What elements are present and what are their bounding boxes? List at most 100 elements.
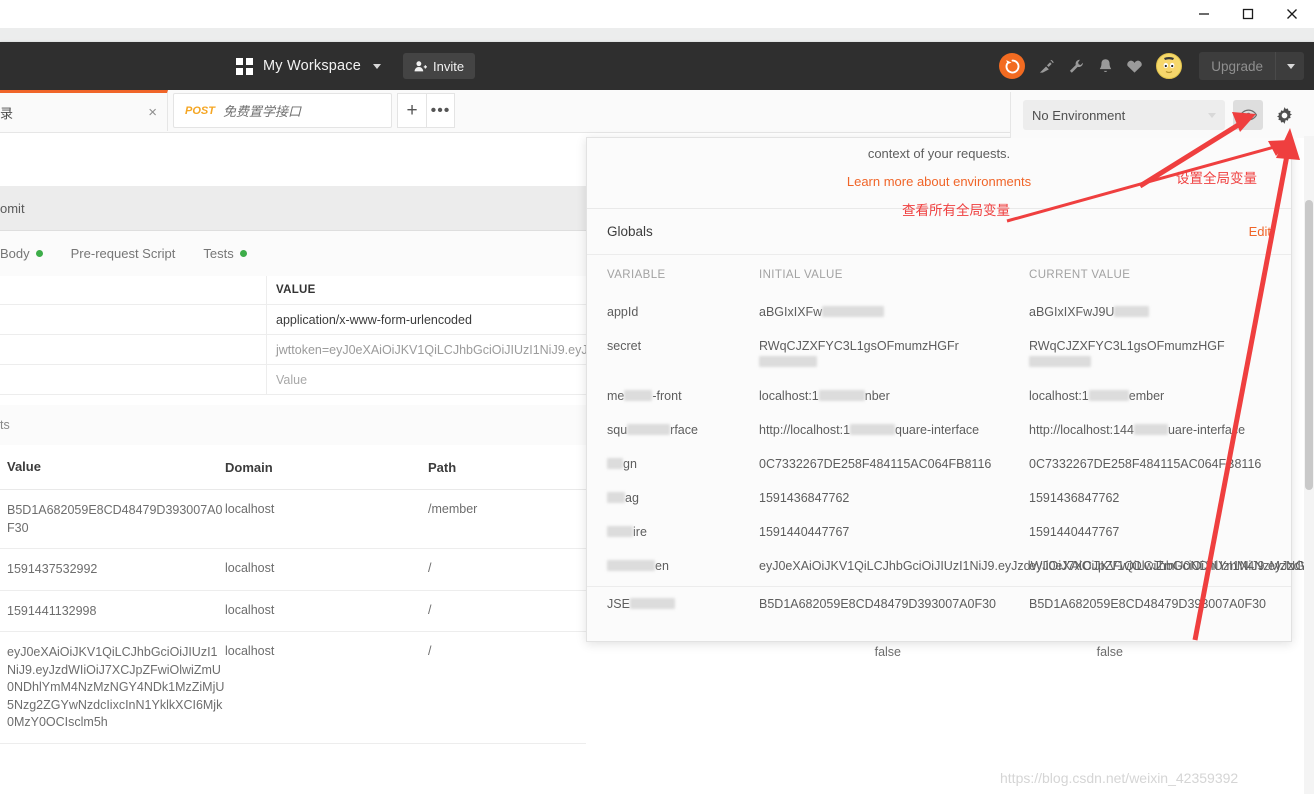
close-icon[interactable]: × xyxy=(138,104,167,121)
edit-globals-link[interactable]: Edit xyxy=(1249,224,1271,239)
table-row[interactable]: eneyJ0eXAiOiJKV1QiLCJhbGciOiJIUzI1NiJ9.e… xyxy=(587,549,1291,583)
table-row[interactable]: ire15914404477671591440447767 xyxy=(587,515,1291,549)
window-maximize-button[interactable] xyxy=(1226,0,1270,28)
redaction-mask xyxy=(627,424,670,435)
column-header-path: Path xyxy=(428,460,586,475)
tab-active[interactable]: 录 × xyxy=(0,90,168,131)
header-actions: Upgrade xyxy=(999,42,1304,90)
cookie-domain: localhost xyxy=(225,603,428,621)
value-cell[interactable]: application/x-www-form-urlencoded xyxy=(267,313,586,327)
table-row[interactable]: ag15914368477621591436847762 xyxy=(587,481,1291,515)
cookie-value: B5D1A682059E8CD48479D393007A0F30 xyxy=(0,502,225,537)
table-row[interactable]: me-frontlocalhost:1nberlocalhost:1ember xyxy=(587,379,1291,413)
table-header-row: VARIABLE INITIAL VALUE CURRENT VALUE xyxy=(587,255,1291,295)
redaction-mask xyxy=(607,560,655,571)
environment-bar: No Environment xyxy=(1010,92,1314,138)
variable-cell: gn xyxy=(607,456,759,472)
environment-select[interactable]: No Environment xyxy=(1023,100,1225,130)
current-value-cell: RWqCJZXFYC3L1gsOFmumzHGF xyxy=(1029,338,1279,370)
tab-method-label: POST xyxy=(185,105,215,117)
table-row[interactable]: 1591441132998 localhost / xyxy=(0,591,586,633)
tab-active-label: 录 xyxy=(0,103,138,122)
redaction-mask xyxy=(822,306,884,317)
person-add-icon xyxy=(414,60,427,73)
tab-tests-label: Tests xyxy=(203,246,233,261)
variable-cell: JSE xyxy=(607,596,759,612)
table-row[interactable]: jwttoken=eyJ0eXAiOiJKV1QiLCJhbGciOiJIUzI… xyxy=(0,335,586,365)
status-dot-icon xyxy=(240,250,247,257)
cookie-value: eyJ0eXAiOiJKV1QiLCJhbGciOiJIUzI1NiJ9.eyJ… xyxy=(0,644,225,732)
column-header-domain: Domain xyxy=(225,460,428,475)
value-cell[interactable]: jwttoken=eyJ0eXAiOiJKV1QiLCJhbGciOiJIUzI… xyxy=(267,343,586,357)
key-cell[interactable] xyxy=(0,365,267,394)
gear-icon[interactable] xyxy=(1271,100,1297,130)
redaction-mask xyxy=(819,390,865,401)
redaction-mask xyxy=(1089,390,1129,401)
watermark: https://blog.csdn.net/weixin_42359392 xyxy=(1000,770,1238,786)
redaction-mask xyxy=(1029,356,1091,367)
initial-value-cell: RWqCJZXFYC3L1gsOFmumzHGFr xyxy=(759,338,1029,370)
tab-body[interactable]: Body xyxy=(0,246,43,261)
redaction-mask xyxy=(607,526,633,537)
key-cell[interactable] xyxy=(0,305,267,334)
tab-tests[interactable]: Tests xyxy=(203,246,246,261)
new-tab-button[interactable]: + xyxy=(397,93,426,128)
invite-label: Invite xyxy=(433,59,464,74)
table-row[interactable]: application/x-www-form-urlencoded xyxy=(0,305,586,335)
invite-button[interactable]: Invite xyxy=(403,53,475,79)
table-row[interactable]: 1591437532992 localhost / xyxy=(0,549,586,591)
response-section-bar: ts xyxy=(0,405,586,446)
workspace-name: My Workspace xyxy=(263,58,361,74)
variable-cell: en xyxy=(607,558,759,574)
initial-value-cell: 1591436847762 xyxy=(759,490,1029,506)
window-titlebar xyxy=(0,0,1314,28)
eye-icon[interactable] xyxy=(1233,100,1263,130)
redaction-mask xyxy=(1134,424,1168,435)
wrench-icon[interactable] xyxy=(1068,58,1085,75)
titlebar-underlay xyxy=(0,28,1314,42)
cookie-path: / xyxy=(428,644,586,732)
chevron-down-icon xyxy=(1208,113,1216,118)
redaction-mask xyxy=(624,390,652,401)
page-scrollbar-thumb[interactable] xyxy=(1305,200,1313,490)
heart-icon[interactable] xyxy=(1126,58,1143,74)
request-url-bar[interactable]: omit xyxy=(0,186,586,231)
variable-cell: secret xyxy=(607,338,759,370)
table-header-row: VALUE xyxy=(0,276,586,305)
redaction-mask xyxy=(630,598,675,609)
redaction-mask xyxy=(759,356,817,367)
table-row[interactable]: secretRWqCJZXFYC3L1gsOFmumzHGFrRWqCJZXFY… xyxy=(587,329,1291,379)
table-row[interactable]: Value xyxy=(0,365,586,395)
cookie-path: / xyxy=(428,561,586,579)
tab-inactive[interactable]: POST 免费置学接口 xyxy=(173,93,392,128)
avatar[interactable] xyxy=(1156,53,1182,79)
table-row[interactable]: B5D1A682059E8CD48479D393007A0F30 localho… xyxy=(0,490,586,549)
current-value-cell: http://localhost:144uare-interface xyxy=(1029,422,1279,438)
initial-value-cell: aBGIxIXFw xyxy=(759,304,1029,320)
window-minimize-button[interactable] xyxy=(1182,0,1226,28)
satellite-icon[interactable] xyxy=(1038,58,1055,75)
current-value-cell: localhost:1ember xyxy=(1029,388,1279,404)
globals-table: VARIABLE INITIAL VALUE CURRENT VALUE app… xyxy=(587,255,1291,621)
table-header-row: Value Domain Path xyxy=(0,445,586,490)
window-close-button[interactable] xyxy=(1270,0,1314,28)
sync-icon[interactable] xyxy=(999,53,1025,79)
tab-pre-request-script-label: Pre-request Script xyxy=(71,246,176,261)
table-row[interactable]: squrfacehttp://localhost:1quare-interfac… xyxy=(587,413,1291,447)
globals-rows: appIdaBGIxIXFwaBGIxIXFwJ9UsecretRWqCJZXF… xyxy=(587,295,1291,621)
column-header-variable: VARIABLE xyxy=(607,269,759,281)
upgrade-button[interactable]: Upgrade xyxy=(1199,52,1304,80)
redaction-mask xyxy=(1114,306,1149,317)
tab-more-button[interactable]: ••• xyxy=(426,93,455,128)
table-row[interactable]: appIdaBGIxIXFwaBGIxIXFwJ9U xyxy=(587,295,1291,329)
table-row[interactable]: eyJ0eXAiOiJKV1QiLCJhbGciOiJIUzI1NiJ9.eyJ… xyxy=(0,632,586,744)
upgrade-chevron-down-icon[interactable] xyxy=(1276,64,1304,69)
key-cell[interactable] xyxy=(0,335,267,364)
table-row[interactable]: gn0C7332267DE258F484115AC064FB81160C7332… xyxy=(587,447,1291,481)
table-row[interactable]: JSEB5D1A682059E8CD48479D393007A0F30B5D1A… xyxy=(587,586,1291,621)
bell-icon[interactable] xyxy=(1098,58,1113,75)
workspace-switcher[interactable]: My Workspace Invite xyxy=(236,42,475,90)
value-cell-placeholder[interactable]: Value xyxy=(267,373,586,387)
tab-pre-request-script[interactable]: Pre-request Script xyxy=(71,246,176,261)
status-dot-icon xyxy=(36,250,43,257)
